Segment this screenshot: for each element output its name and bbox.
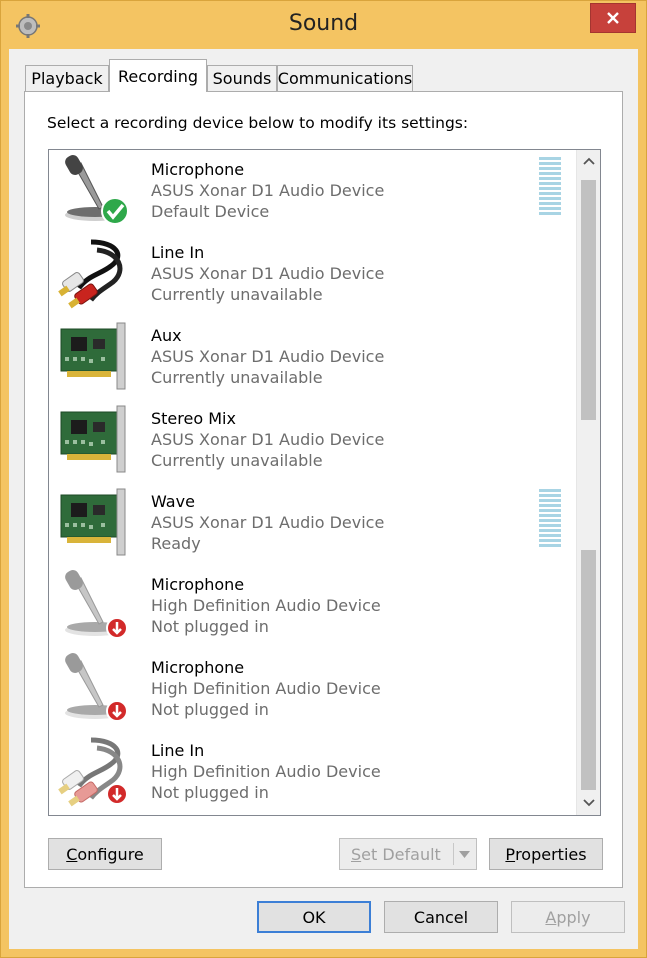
device-driver: High Definition Audio Device (151, 596, 381, 615)
level-meter (539, 157, 561, 219)
level-meter (539, 489, 561, 551)
line-in-cable-icon (58, 239, 123, 309)
chevron-up-icon (582, 157, 595, 165)
apply-button[interactable]: Apply (511, 901, 625, 933)
properties-button[interactable]: Properties (489, 838, 603, 870)
device-item[interactable]: Microphone High Definition Audio Device … (49, 648, 577, 730)
split-divider (453, 843, 454, 865)
configure-label: onfigure (77, 844, 144, 864)
tab-communications[interactable]: Communications (277, 65, 413, 91)
device-driver: ASUS Xonar D1 Audio Device (151, 181, 385, 200)
device-driver: High Definition Audio Device (151, 679, 381, 698)
configure-button[interactable]: Configure (48, 838, 162, 870)
device-item[interactable]: Microphone ASUS Xonar D1 Audio Device De… (49, 150, 577, 232)
set-default-button[interactable]: Set Default (339, 838, 477, 870)
sound-card-icon (60, 405, 126, 473)
configure-mnemonic: C (66, 844, 78, 864)
tab-recording[interactable]: Recording (109, 59, 207, 92)
device-driver: High Definition Audio Device (151, 762, 381, 781)
scrollbar-track-lower[interactable] (581, 550, 596, 790)
device-driver: ASUS Xonar D1 Audio Device (151, 513, 385, 532)
device-status: Not plugged in (151, 700, 269, 719)
window-title: Sound (288, 11, 359, 36)
ok-button[interactable]: OK (257, 901, 371, 933)
close-icon (607, 12, 619, 24)
device-driver: ASUS Xonar D1 Audio Device (151, 264, 385, 283)
dialog-client-area: Playback Recording Sounds Communications… (9, 49, 638, 949)
sound-card-icon (60, 488, 126, 556)
cancel-button[interactable]: Cancel (384, 901, 498, 933)
microphone-unplugged-icon (65, 570, 128, 639)
microphone-unplugged-icon (65, 653, 128, 722)
scroll-down-button[interactable] (577, 792, 600, 814)
device-driver: ASUS Xonar D1 Audio Device (151, 347, 385, 366)
tab-sounds[interactable]: Sounds (207, 65, 277, 91)
properties-label: roperties (515, 844, 587, 864)
apply-mnemonic: A (545, 907, 557, 927)
device-driver: ASUS Xonar D1 Audio Device (151, 430, 385, 449)
device-status: Not plugged in (151, 617, 269, 636)
line-in-unplugged-icon (58, 737, 128, 807)
device-item[interactable]: Wave ASUS Xonar D1 Audio Device Ready (49, 482, 577, 564)
scroll-up-button[interactable] (577, 150, 600, 172)
device-item[interactable]: Microphone High Definition Audio Device … (49, 565, 577, 647)
device-item[interactable]: Aux ASUS Xonar D1 Audio Device Currently… (49, 316, 577, 398)
device-item[interactable]: Stereo Mix ASUS Xonar D1 Audio Device Cu… (49, 399, 577, 481)
apply-label: pply (556, 907, 591, 927)
dropdown-arrow-icon[interactable] (459, 851, 470, 858)
close-button[interactable] (590, 3, 636, 33)
device-status: Currently unavailable (151, 285, 323, 304)
device-item[interactable]: Line In ASUS Xonar D1 Audio Device Curre… (49, 233, 577, 315)
device-status: Not plugged in (151, 783, 269, 802)
device-name: Aux (151, 326, 182, 345)
device-name: Wave (151, 492, 195, 511)
scrollbar-thumb[interactable] (581, 180, 596, 420)
device-name: Microphone (151, 160, 245, 179)
title-bar[interactable]: Sound (1, 1, 646, 49)
device-name: Stereo Mix (151, 409, 236, 428)
set-default-label: et Default (361, 844, 441, 864)
device-name: Line In (151, 243, 205, 262)
sound-card-icon (60, 322, 126, 390)
set-default-mnemonic: S (351, 844, 362, 864)
device-name: Microphone (151, 575, 245, 594)
chevron-down-icon (582, 799, 595, 807)
device-status: Ready (151, 534, 201, 553)
device-item[interactable]: Line In High Definition Audio Device Not… (49, 731, 577, 813)
device-name: Microphone (151, 658, 245, 677)
properties-mnemonic: P (505, 844, 516, 864)
microphone-default-icon (65, 155, 129, 225)
device-name: Line In (151, 741, 205, 760)
device-status: Default Device (151, 202, 270, 221)
tab-playback[interactable]: Playback (25, 65, 109, 91)
device-status: Currently unavailable (151, 451, 323, 470)
recording-device-list[interactable]: Microphone ASUS Xonar D1 Audio Device De… (48, 149, 601, 816)
recording-tab-panel: Select a recording device below to modif… (24, 91, 623, 888)
device-list-scrollbar[interactable] (576, 150, 600, 815)
instruction-text: Select a recording device below to modif… (47, 114, 469, 132)
sound-dialog: Sound Playback Recording Sounds Communic… (0, 0, 647, 958)
device-status: Currently unavailable (151, 368, 323, 387)
